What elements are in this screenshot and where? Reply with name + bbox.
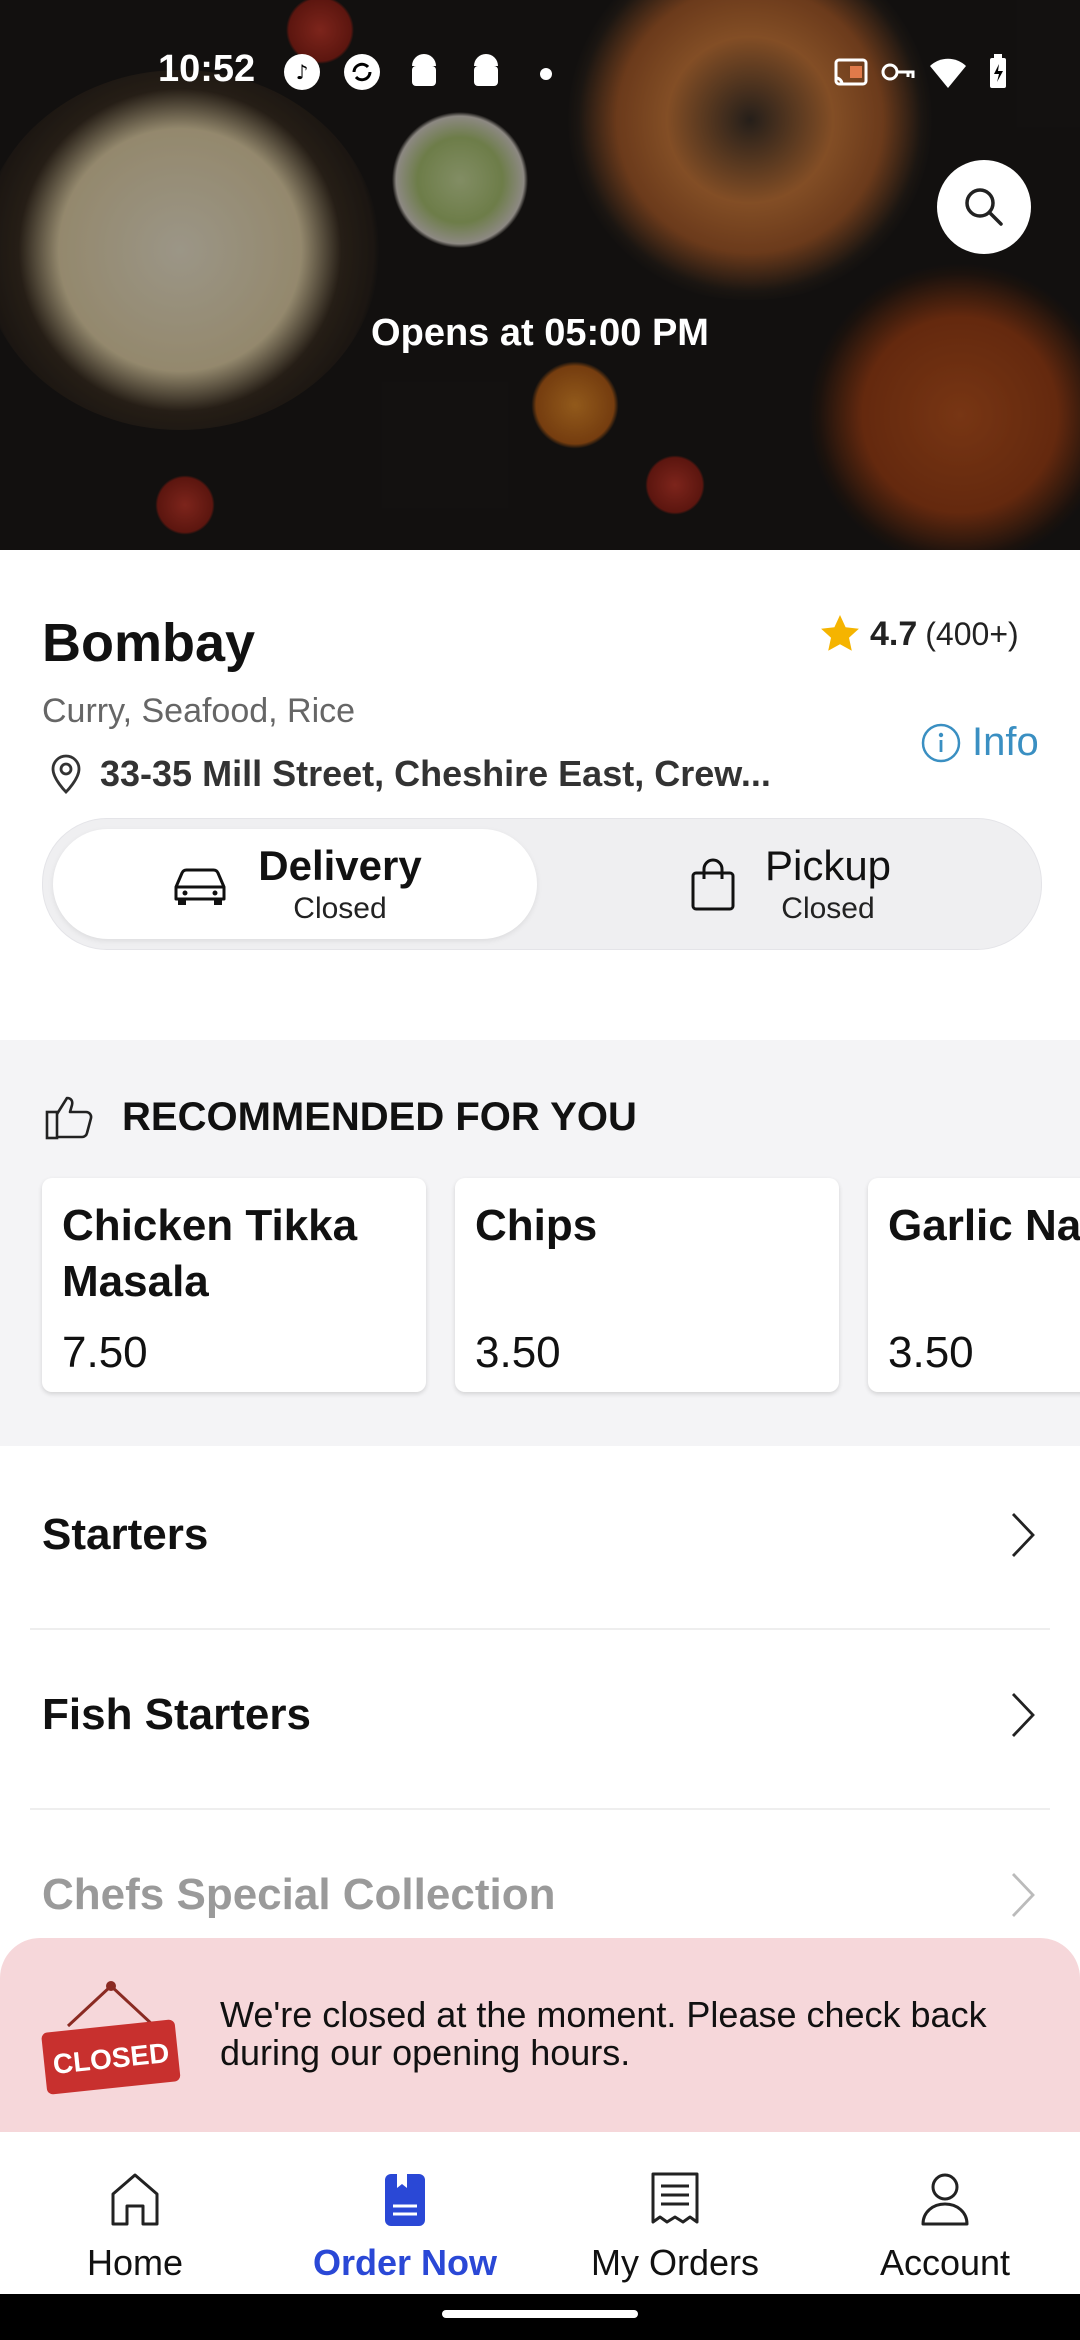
category-row-fish-starters[interactable]: Fish Starters (30, 1628, 1050, 1810)
category-label: Fish Starters (42, 1690, 311, 1739)
nav-home[interactable]: Home (0, 2132, 270, 2294)
category-label: Chefs Special Collection (42, 1870, 556, 1919)
rating-value: 4.7 (870, 614, 918, 653)
recommended-item-card[interactable]: Garlic Nan 3.50 (868, 1178, 1080, 1392)
order-book-icon (385, 2174, 425, 2226)
recommended-item-card[interactable]: Chips 3.50 (455, 1178, 839, 1392)
svg-text:♪: ♪ (296, 60, 309, 84)
cuisine-list: Curry, Seafood, Rice (42, 692, 356, 730)
nav-account-label: Account (879, 2242, 1011, 2283)
recommended-item-name: Chicken Tikka Masala (62, 1201, 358, 1306)
system-navigation-bar (0, 2294, 1080, 2340)
nav-account[interactable]: Account (810, 2132, 1080, 2294)
search-button[interactable] (937, 160, 1031, 254)
battery-charging-icon (978, 52, 1018, 92)
home-gesture-pill[interactable] (442, 2310, 638, 2318)
recommended-item-name: Garlic Nan (888, 1201, 1080, 1250)
recommended-section: RECOMMENDED FOR YOU Chicken Tikka Masala… (0, 1040, 1080, 1446)
closed-message: We're closed at the moment. Please check… (220, 1994, 987, 2073)
location-pin-icon (51, 754, 81, 794)
wifi-icon (928, 52, 968, 92)
info-link[interactable]: Info (920, 720, 1039, 765)
tiktok-icon: ♪ (282, 52, 322, 92)
chevron-right-icon (1011, 1513, 1035, 1557)
vpn-key-icon (878, 52, 918, 92)
closed-sign-icon: CLOSED (41, 1981, 181, 2095)
info-label: Info (972, 720, 1039, 764)
android-icon (466, 52, 506, 92)
hero-banner: 10:52 ♪ Opens at 05:00 PM (0, 0, 1080, 550)
category-row-starters[interactable]: Starters (30, 1448, 1050, 1630)
delivery-option[interactable]: Delivery Closed (53, 829, 537, 939)
recommended-item-price: 3.50 (475, 1328, 561, 1377)
nav-my-orders[interactable]: My Orders (540, 2132, 810, 2294)
nav-my-orders-label: My Orders (590, 2242, 759, 2283)
status-bar: 10:52 ♪ (0, 40, 1080, 110)
shopping-bag-icon (691, 858, 735, 911)
nav-order-now-label: Order Now (312, 2242, 498, 2283)
recommended-item-card[interactable]: Chicken Tikka Masala 7.50 (42, 1178, 426, 1392)
account-icon (921, 2173, 969, 2226)
opening-time-text: Opens at 05:00 PM (371, 312, 709, 354)
receipt-icon (651, 2172, 699, 2224)
pickup-option[interactable]: Pickup Closed (547, 829, 1031, 939)
cast-icon (830, 52, 870, 92)
info-icon (921, 723, 961, 762)
car-icon (174, 868, 226, 905)
chevron-right-icon (1011, 1693, 1035, 1737)
android-icon (404, 52, 444, 92)
recommended-item-price: 3.50 (888, 1328, 974, 1377)
category-label: Starters (42, 1510, 209, 1559)
status-time: 10:52 (158, 48, 256, 90)
delivery-status: Closed (293, 892, 387, 925)
pickup-status: Closed (781, 892, 875, 925)
chevron-right-icon (1011, 1873, 1035, 1917)
sync-icon (342, 52, 382, 92)
search-icon (965, 188, 1003, 226)
pickup-label: Pickup (764, 842, 892, 889)
thumbs-up-icon (45, 1096, 93, 1140)
order-mode-toggle: Delivery Closed Pickup Closed (42, 818, 1042, 950)
nav-order-now[interactable]: Order Now (270, 2132, 540, 2294)
recommended-item-name: Chips (475, 1201, 598, 1250)
rating: 4.7 (400+) (818, 612, 1019, 656)
bottom-navigation: Home Order Now My Orders Account (0, 2132, 1080, 2294)
address-text: 33-35 Mill Street, Cheshire East, Crew..… (100, 753, 771, 794)
dot-icon (534, 52, 574, 92)
home-icon (111, 2173, 159, 2226)
delivery-label: Delivery (258, 842, 422, 889)
recommended-header: RECOMMENDED FOR YOU (44, 1092, 637, 1142)
recommended-item-price: 7.50 (62, 1328, 148, 1377)
rating-count: (400+) (925, 615, 1019, 652)
recommended-title: RECOMMENDED FOR YOU (122, 1094, 637, 1139)
restaurant-name: Bombay (42, 613, 256, 673)
nav-home-label: Home (86, 2242, 184, 2283)
closed-banner: CLOSED We're closed at the moment. Pleas… (0, 1938, 1080, 2132)
star-icon (821, 615, 859, 651)
address: 33-35 Mill Street, Cheshire East, Crew..… (46, 752, 771, 796)
